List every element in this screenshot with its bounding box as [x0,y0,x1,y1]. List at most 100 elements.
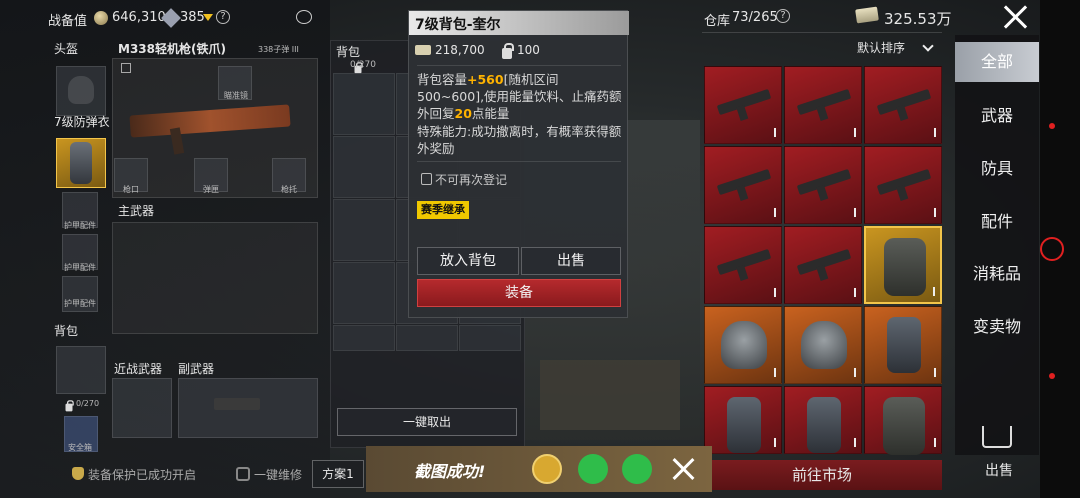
tab-all[interactable]: 全部 [955,42,1039,82]
save-icon[interactable] [532,454,562,484]
tooltip-divider-2 [417,161,621,162]
durability-mark [774,288,776,297]
tab-consumables[interactable]: 消耗品 [955,254,1039,294]
armor-part-label-1: 护甲配件 [64,221,96,230]
repair-button[interactable]: 一键维修 [254,466,302,483]
moments-icon[interactable] [622,454,652,484]
backpack-cell[interactable] [333,262,395,324]
backpack-item-selected[interactable] [864,226,942,304]
durability-mark [934,208,936,217]
screenshot-toast: 截图成功! [366,446,712,492]
warehouse-divider [702,32,942,33]
backpack-cell[interactable] [333,325,395,351]
points-value: 385 [180,10,205,25]
gun-image [796,248,852,276]
dropdown-arrow-icon[interactable] [203,14,213,21]
backpack-cell[interactable] [459,325,521,351]
backpack-cell[interactable] [333,199,395,261]
tab-weapons[interactable]: 武器 [955,96,1039,136]
secondary-main-weapon-slot[interactable] [112,222,318,334]
rifle-item[interactable] [784,226,862,304]
stock-label: 枪托 [281,185,297,194]
protect-text: 装备保护已成功开启 [88,468,197,482]
equip-button[interactable]: 装备 [417,279,621,307]
wechat-icon[interactable] [578,454,608,484]
help-icon[interactable]: ? [216,10,230,24]
muzzle-label: 枪口 [123,185,139,194]
armor-image [807,397,841,453]
sort-label[interactable]: 默认排序 [857,39,905,56]
tab-attachments[interactable]: 配件 [955,202,1039,242]
gun-image [876,168,932,196]
rifle-item[interactable] [704,66,782,144]
backpack-cell[interactable] [333,136,395,198]
chevron-down-icon[interactable] [922,40,934,52]
smg-item[interactable] [864,66,942,144]
lmg-item[interactable] [704,226,782,304]
put-in-bag-button[interactable]: 放入背包 [417,247,519,275]
armor-item[interactable] [784,386,862,454]
tab-sellables[interactable]: 变卖物 [955,307,1039,347]
cart-icon[interactable] [982,426,1012,448]
helmet-label: 头盔 [54,42,79,56]
coin-icon [94,11,108,25]
armor-label: 7级防弹衣 [54,115,110,129]
weapon-name: M338轻机枪(铁爪) [118,42,226,56]
durability-mark [854,208,856,217]
pistol-image [214,398,260,410]
not-register-text: 不可再次登记 [435,173,508,187]
backpack-cell[interactable] [333,73,395,135]
gun-image [716,88,772,116]
backpack-item[interactable] [864,386,942,455]
warehouse-help-icon[interactable]: ? [776,9,790,23]
rifle-item[interactable] [784,146,862,224]
durability-mark [774,208,776,217]
melee-slot[interactable] [112,378,172,438]
game-screen: 战备值 646,310 385 ? 头盔 M338轻机枪(铁爪) 338子弹 I… [0,0,1080,498]
register-icon [421,173,432,185]
helmet-item[interactable] [704,306,782,384]
helmet-image [721,321,767,369]
armor-item[interactable] [704,386,782,454]
backpack-cell[interactable] [396,325,458,351]
armor-image [887,317,921,373]
armor-part-label-3: 护甲配件 [64,299,96,308]
helmet-silhouette [68,76,94,104]
bag-capacity: 0/270 [76,399,100,408]
eye-icon[interactable] [296,10,312,24]
wrench-icon [236,467,250,481]
sell-side-label[interactable]: 出售 [985,460,1013,480]
tooltip-divider [417,65,621,66]
backpack-panel-capacity: 0/270 [350,60,376,70]
scene-shelf [540,360,680,430]
armor-item[interactable] [864,306,942,384]
helmet-image [801,321,847,369]
tooltip-price: 218,700 [435,43,485,57]
gun-image [716,168,772,196]
item-tooltip: 7级背包-奎尔 218,700 100 背包容量+560[随机区间500~600… [408,10,629,318]
backpack-slot[interactable] [56,346,106,394]
take-all-button[interactable]: 一键取出 [337,408,517,436]
tab-armor[interactable]: 防具 [955,149,1039,189]
rifle-item[interactable] [784,66,862,144]
record-ring-icon[interactable] [1040,237,1064,261]
rifle-item[interactable] [864,146,942,224]
go-market-button[interactable]: 前往市场 [702,460,942,490]
capacity-bonus: +560 [467,72,504,87]
rifle-item[interactable] [704,146,782,224]
durability-mark [854,438,856,447]
cash-stack-icon [855,6,879,24]
helmet-item[interactable] [784,306,862,384]
durability-mark [854,368,856,377]
backpack-panel-title: 背包 [336,45,361,59]
sell-button[interactable]: 出售 [521,247,621,275]
durability-mark [933,287,935,296]
toast-close-icon[interactable] [672,457,696,481]
loadout-button[interactable]: 方案1 [312,460,364,488]
lock-icon [65,400,74,412]
take-all-label: 一键取出 [402,415,451,429]
durability-mark [854,128,856,137]
money-value: 325.53万 [884,10,952,28]
tooltip-weight: 100 [517,43,540,57]
close-icon[interactable] [1002,4,1028,30]
